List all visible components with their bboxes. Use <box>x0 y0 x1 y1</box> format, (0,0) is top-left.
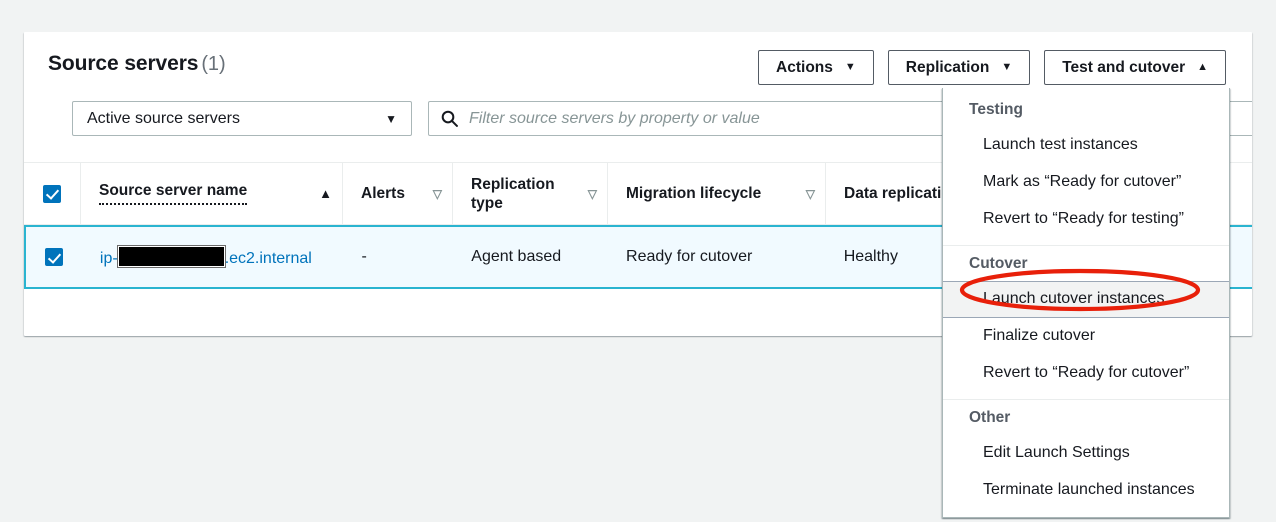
column-header-alerts[interactable]: Alerts ▽ <box>342 163 452 224</box>
menu-divider <box>943 245 1229 246</box>
page-title-text: Source servers <box>48 52 198 75</box>
column-header-replication-type[interactable]: Replication type ▽ <box>452 163 607 224</box>
replication-button-label: Replication <box>906 59 990 77</box>
menu-item-launch-cutover-instances[interactable]: Launch cutover instances <box>943 281 1229 318</box>
cell-replication-type: Agent based <box>453 227 608 287</box>
cell-alerts: - <box>343 227 453 287</box>
redaction-box <box>118 246 225 267</box>
chevron-up-icon: ▲ <box>1197 62 1208 73</box>
menu-item-mark-as-ready-for-cutover[interactable]: Mark as “Ready for cutover” <box>943 164 1229 201</box>
status-filter-value: Active source servers <box>73 110 385 128</box>
cell-source-server-name: ip- .ec2.internal <box>82 227 344 287</box>
menu-group-label-other: Other <box>943 402 1229 435</box>
sort-ascending-icon: ▲ <box>309 186 332 201</box>
menu-item-finalize-cutover[interactable]: Finalize cutover <box>943 318 1229 355</box>
actions-button[interactable]: Actions ▼ <box>758 50 874 85</box>
test-and-cutover-button-label: Test and cutover <box>1062 59 1185 77</box>
select-all-checkbox[interactable] <box>43 185 61 203</box>
server-name-prefix: ip- <box>100 250 118 267</box>
menu-group-label-testing: Testing <box>943 94 1229 127</box>
row-select-cell <box>26 227 82 287</box>
test-and-cutover-dropdown-menu: Testing Launch test instances Mark as “R… <box>942 88 1230 518</box>
source-server-name-link[interactable]: ip- .ec2.internal <box>100 246 312 268</box>
actions-button-label: Actions <box>776 59 833 77</box>
column-header-migration-lifecycle[interactable]: Migration lifecycle ▽ <box>607 163 825 224</box>
chevron-down-icon: ▼ <box>845 62 856 73</box>
menu-item-revert-to-ready-for-testing[interactable]: Revert to “Ready for testing” <box>943 201 1229 238</box>
page-title: Source servers(1) <box>48 52 226 76</box>
sort-icon: ▽ <box>796 187 815 201</box>
status-filter-select[interactable]: Active source servers ▼ <box>72 101 412 136</box>
menu-item-revert-to-ready-for-cutover[interactable]: Revert to “Ready for cutover” <box>943 355 1229 392</box>
sort-icon: ▽ <box>423 187 442 201</box>
sort-icon: ▽ <box>578 187 597 201</box>
column-header-label: Alerts <box>361 185 405 203</box>
chevron-down-icon: ▼ <box>385 112 411 126</box>
column-header-label: Replication type <box>471 175 549 213</box>
header-action-buttons: Actions ▼ Replication ▼ Test and cutover… <box>758 50 1226 85</box>
cell-migration-lifecycle: Ready for cutover <box>608 227 826 287</box>
search-icon <box>441 110 458 127</box>
page-title-count: (1) <box>201 53 225 75</box>
chevron-down-icon: ▼ <box>1001 62 1012 73</box>
column-header-label: Data replicati <box>844 185 941 203</box>
column-header-source-server-name[interactable]: Source server name ▲ <box>80 163 342 224</box>
test-and-cutover-button[interactable]: Test and cutover ▲ <box>1044 50 1226 85</box>
menu-item-launch-test-instances[interactable]: Launch test instances <box>943 127 1229 164</box>
column-header-label: Source server name <box>99 182 247 205</box>
menu-item-terminate-launched-instances[interactable]: Terminate launched instances <box>943 472 1229 509</box>
menu-group-label-cutover: Cutover <box>943 248 1229 281</box>
server-name-suffix: .ec2.internal <box>225 250 312 267</box>
column-header-label: Migration lifecycle <box>626 185 761 203</box>
select-all-cell <box>24 163 80 224</box>
row-select-checkbox[interactable] <box>45 248 63 266</box>
menu-item-edit-launch-settings[interactable]: Edit Launch Settings <box>943 435 1229 472</box>
menu-divider <box>943 399 1229 400</box>
replication-button[interactable]: Replication ▼ <box>888 50 1030 85</box>
